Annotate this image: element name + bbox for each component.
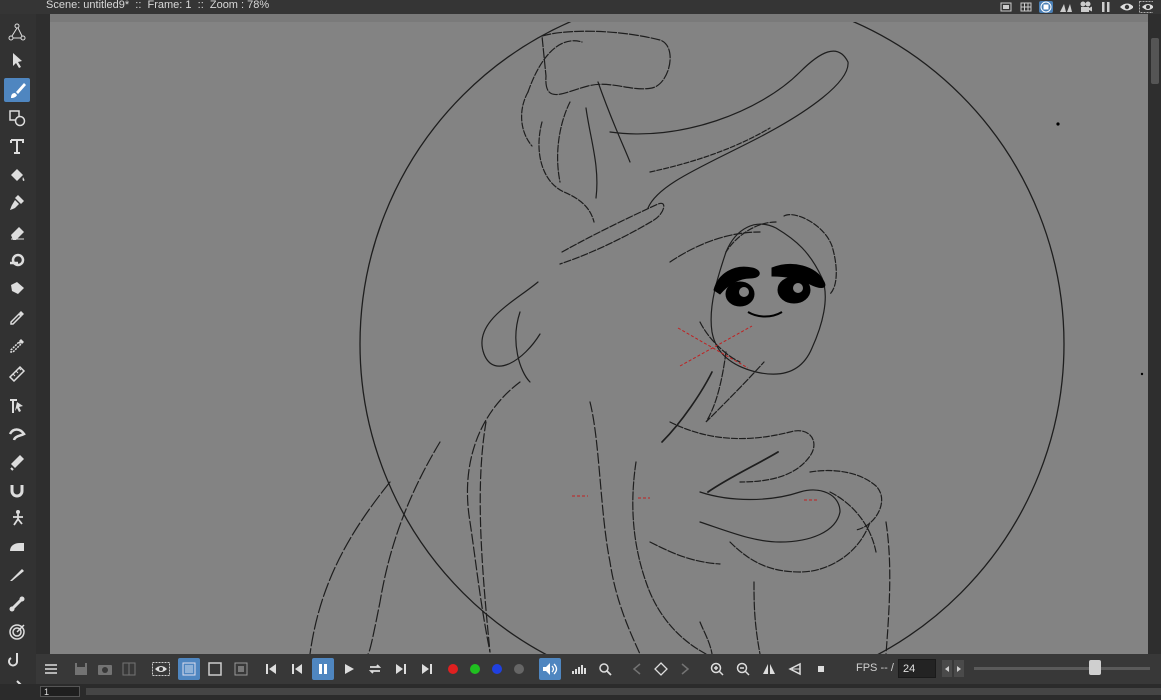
grid-icon[interactable] [1019,1,1033,13]
ruler-icon[interactable] [4,362,30,386]
iron-icon[interactable] [4,534,30,558]
magnet-icon[interactable] [4,478,30,502]
pinch-icon[interactable] [4,422,30,446]
eyedropper-icon[interactable] [4,306,30,330]
stop-circle-icon[interactable] [1039,1,1053,13]
green-channel-icon[interactable] [464,658,486,680]
bg-checker-icon[interactable] [178,658,200,680]
ruler-left [36,14,50,654]
bender-icon[interactable] [4,506,30,530]
last-frame-icon[interactable] [416,658,438,680]
pause-icon[interactable] [1099,1,1113,13]
tool-palette [0,14,36,695]
tracker-icon[interactable] [4,620,30,644]
prev-frame-icon[interactable] [286,658,308,680]
next-frame-icon[interactable] [390,658,412,680]
tape-icon[interactable] [4,248,30,272]
flip-vertical-icon[interactable] [784,658,806,680]
play-icon[interactable] [338,658,360,680]
text-icon[interactable] [4,134,30,158]
menu-icon[interactable] [40,658,62,680]
prev-key-icon[interactable] [626,658,648,680]
flip-icon[interactable] [1059,1,1073,13]
camera-snapshot-icon[interactable] [94,658,116,680]
paint-brush-icon[interactable] [4,190,30,214]
frame-icon[interactable] [999,1,1013,13]
control-point-icon[interactable] [4,394,30,418]
zoom-in-icon[interactable] [706,658,728,680]
zoom-out-icon[interactable] [732,658,754,680]
fps-slider-thumb[interactable] [1089,660,1101,675]
fill-icon[interactable] [4,276,30,300]
brush-icon[interactable] [4,78,30,102]
style-picker-icon[interactable] [4,334,30,358]
cutter-icon[interactable] [4,562,30,586]
reset-view-icon[interactable] [810,658,832,680]
flip-horizontal-icon[interactable] [758,658,780,680]
preview-visibility-icon[interactable] [150,658,172,680]
timeline-strip[interactable] [86,688,1161,695]
bg-white-icon[interactable] [204,658,226,680]
fps-slider-track[interactable] [974,667,1150,670]
fps-label: FPS -- / [856,662,894,674]
blue-channel-icon[interactable] [486,658,508,680]
paint-bucket-icon[interactable] [4,162,30,186]
scroll-thumb[interactable] [1151,38,1159,84]
camera-circle [359,22,1065,654]
fps-field[interactable] [898,659,936,678]
eye-icon[interactable] [1119,1,1133,13]
eraser-icon[interactable] [4,220,30,244]
sound-icon[interactable] [539,658,561,680]
drawing [309,22,1144,654]
first-frame-icon[interactable] [260,658,282,680]
select-arrow-icon[interactable] [4,48,30,72]
shape-icon[interactable] [4,106,30,130]
loop-icon[interactable] [364,658,386,680]
bg-black-icon[interactable] [230,658,252,680]
viewer-title-bar: Scene: untitled9* :: Frame: 1 :: Zoom : … [0,0,1161,14]
compare-icon[interactable] [118,658,140,680]
histogram-icon[interactable] [568,658,590,680]
pump-icon[interactable] [4,450,30,474]
ruler-top [50,14,1148,22]
red-channel-icon[interactable] [442,658,464,680]
save-icon[interactable] [70,658,92,680]
viewer-canvas[interactable] [50,22,1148,654]
next-key-icon[interactable] [674,658,696,680]
playback-toolbar: FPS -- / [36,654,1161,684]
viewer-toggles [999,0,1153,14]
frame-number-field[interactable]: 1 [40,686,80,697]
transform-tool-icon[interactable] [4,20,30,44]
camera-icon[interactable] [1079,1,1093,13]
key-icon[interactable] [650,658,672,680]
skeleton-icon[interactable] [4,592,30,616]
hook-icon[interactable] [4,648,30,672]
scene-info: Scene: untitled9* :: Frame: 1 :: Zoom : … [46,0,270,11]
pause-button-icon[interactable] [312,658,334,680]
vertical-scrollbar[interactable] [1148,14,1161,654]
eye-outline-icon[interactable] [1139,1,1153,13]
fps-decrease-icon[interactable] [942,660,952,677]
fps-increase-icon[interactable] [954,660,964,677]
locator-icon[interactable] [594,658,616,680]
alpha-channel-icon[interactable] [508,658,530,680]
